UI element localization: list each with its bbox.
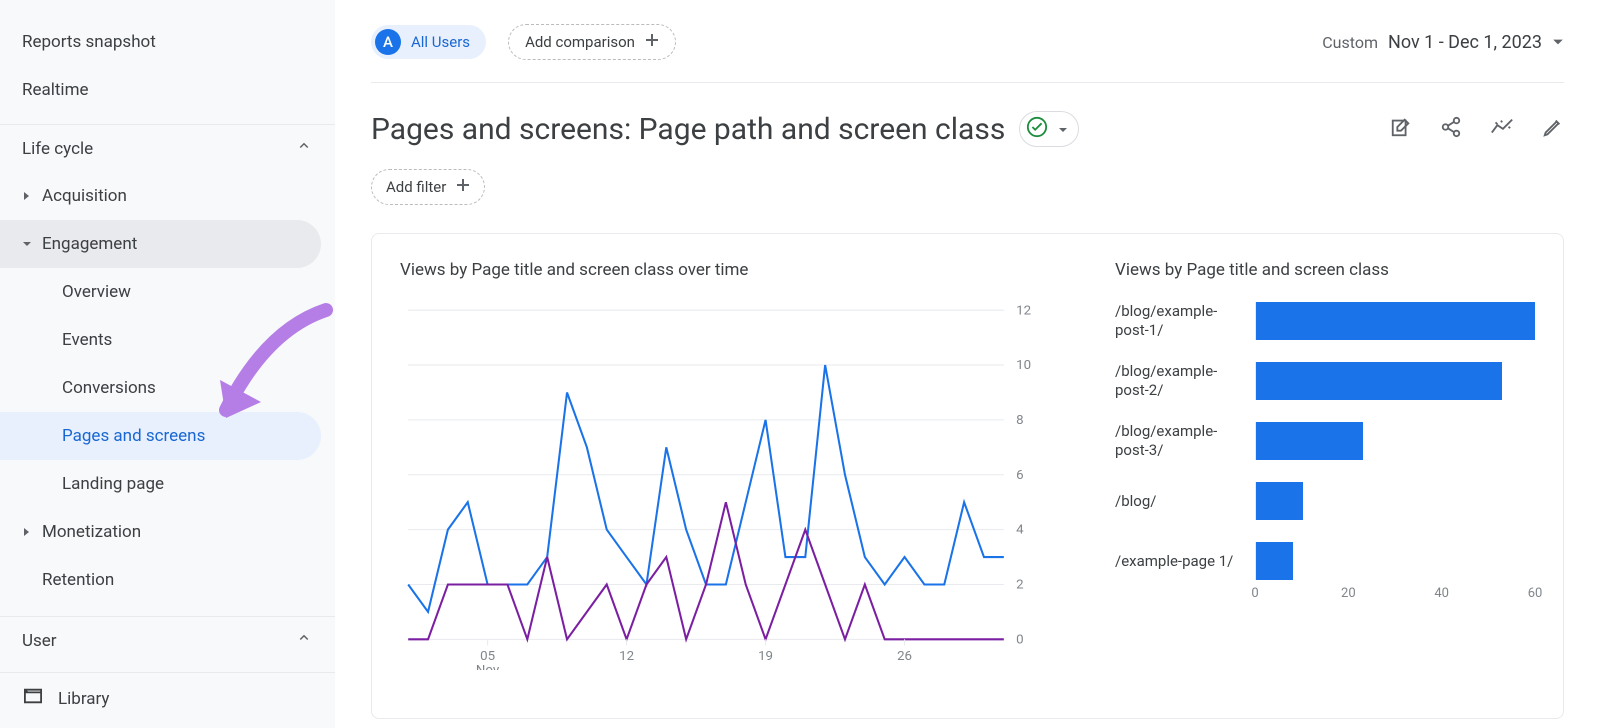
bar-row[interactable]: /blog/example-post-2/: [1115, 362, 1535, 400]
add-comparison-button[interactable]: Add comparison: [508, 24, 676, 60]
bar-list: /blog/example-post-1/ /blog/example-post…: [1115, 302, 1535, 580]
caret-right-icon: [12, 191, 42, 201]
title-row: Pages and screens: Page path and screen …: [371, 111, 1564, 147]
line-chart[interactable]: 0 2 4 6 8 10 12 05 12 19 26 Nov: [400, 302, 1055, 670]
all-users-chip[interactable]: A All Users: [371, 25, 486, 59]
section-user[interactable]: User: [0, 616, 335, 664]
line-chart-panel: Views by Page title and screen class ove…: [400, 260, 1055, 708]
svg-text:10: 10: [1016, 358, 1031, 373]
sidebar-item-realtime[interactable]: Realtime: [0, 66, 335, 114]
svg-text:2: 2: [1016, 578, 1023, 593]
svg-text:4: 4: [1016, 523, 1024, 538]
add-filter-label: Add filter: [386, 178, 446, 196]
plus-icon: [645, 33, 659, 51]
svg-text:12: 12: [619, 649, 634, 664]
sidebar-item-monetization[interactable]: Monetization: [0, 508, 321, 556]
bar-track: [1255, 422, 1535, 460]
sidebar-label: Retention: [42, 570, 114, 590]
library-icon: [22, 687, 44, 710]
sidebar-label: Conversions: [62, 378, 156, 398]
bar-track: [1255, 302, 1535, 340]
sidebar-label: Landing page: [62, 474, 164, 494]
sidebar-item-reports-snapshot[interactable]: Reports snapshot: [0, 18, 335, 66]
share-icon[interactable]: [1440, 116, 1462, 142]
status-chip[interactable]: [1019, 111, 1079, 147]
customize-icon[interactable]: [1390, 116, 1412, 142]
caret-down-icon: [1552, 33, 1564, 52]
bar-label: /blog/: [1115, 492, 1245, 511]
sidebar-item-acquisition[interactable]: Acquisition: [0, 172, 321, 220]
sidebar-item-conversions[interactable]: Conversions: [0, 364, 321, 412]
plus-icon: [456, 178, 470, 196]
comparison-bar: A All Users Add comparison Custom Nov 1 …: [371, 24, 1564, 83]
bar-track: [1255, 482, 1535, 520]
all-users-label: All Users: [411, 33, 470, 51]
sidebar-item-events[interactable]: Events: [0, 316, 321, 364]
svg-text:8: 8: [1016, 413, 1023, 428]
svg-text:05: 05: [480, 649, 495, 664]
bar-row[interactable]: /blog/: [1115, 482, 1535, 520]
sidebar-label: Overview: [62, 282, 131, 302]
chart-card: Views by Page title and screen class ove…: [371, 233, 1564, 719]
bar-track: [1255, 362, 1535, 400]
sidebar-item-landing-page[interactable]: Landing page: [0, 460, 321, 508]
bar-axis-tick: 60: [1528, 586, 1543, 601]
sidebar-item-retention[interactable]: Retention: [0, 556, 321, 604]
caret-down-icon: [1058, 120, 1068, 139]
sidebar-label: Events: [62, 330, 112, 350]
section-label: Life cycle: [22, 139, 93, 159]
bar-label: /blog/example-post-3/: [1115, 422, 1245, 460]
sidebar-item-library[interactable]: Library: [0, 672, 335, 710]
bar-axis-tick: 40: [1434, 586, 1449, 601]
line-chart-title: Views by Page title and screen class ove…: [400, 260, 1055, 280]
sidebar-label: Acquisition: [42, 186, 127, 206]
sidebar-item-overview[interactable]: Overview: [0, 268, 321, 316]
bar-track: [1255, 542, 1535, 580]
sidebar-label: Library: [58, 689, 109, 709]
bar-axis-tick: 0: [1251, 586, 1258, 601]
bar-label: /blog/example-post-1/: [1115, 302, 1245, 340]
caret-right-icon: [12, 527, 42, 537]
section-life-cycle[interactable]: Life cycle: [0, 124, 335, 172]
bar-label: /blog/example-post-2/: [1115, 362, 1245, 400]
date-label: Custom: [1322, 33, 1378, 52]
insights-icon[interactable]: [1490, 116, 1514, 142]
bar-label: /example-page 1/: [1115, 552, 1245, 571]
sidebar-label: Reports snapshot: [22, 32, 156, 52]
chevron-up-icon: [295, 629, 313, 652]
page-title: Pages and screens: Page path and screen …: [371, 112, 1005, 147]
audience-badge-icon: A: [375, 29, 401, 55]
caret-down-icon: [12, 239, 42, 249]
svg-text:19: 19: [758, 649, 773, 664]
sidebar-label: Realtime: [22, 80, 89, 100]
sidebar-label: Pages and screens: [62, 426, 205, 446]
date-range-value: Nov 1 - Dec 1, 2023: [1388, 32, 1542, 53]
bar-row[interactable]: /blog/example-post-1/: [1115, 302, 1535, 340]
bar-chart-panel: Views by Page title and screen class /bl…: [1115, 260, 1535, 708]
main-content: A All Users Add comparison Custom Nov 1 …: [335, 0, 1600, 728]
add-filter-button[interactable]: Add filter: [371, 169, 485, 205]
action-icons: [1390, 116, 1564, 142]
sidebar-label: Monetization: [42, 522, 141, 542]
chevron-up-icon: [295, 137, 313, 160]
svg-text:26: 26: [897, 649, 912, 664]
add-comparison-label: Add comparison: [525, 33, 635, 51]
section-label: User: [22, 631, 57, 651]
edit-icon[interactable]: [1542, 116, 1564, 142]
sidebar-item-engagement[interactable]: Engagement: [0, 220, 321, 268]
svg-text:Nov: Nov: [476, 663, 500, 670]
date-range-picker[interactable]: Custom Nov 1 - Dec 1, 2023: [1322, 32, 1564, 53]
bar-axis-tick: 20: [1341, 586, 1356, 601]
bar-chart-title: Views by Page title and screen class: [1115, 260, 1535, 280]
check-circle-icon: [1026, 116, 1048, 142]
svg-text:12: 12: [1016, 303, 1031, 318]
sidebar-item-pages-and-screens[interactable]: Pages and screens: [0, 412, 321, 460]
bar-row[interactable]: /example-page 1/: [1115, 542, 1535, 580]
bar-row[interactable]: /blog/example-post-3/: [1115, 422, 1535, 460]
svg-text:0: 0: [1016, 632, 1023, 647]
sidebar: Reports snapshot Realtime Life cycle Acq…: [0, 0, 335, 728]
sidebar-label: Engagement: [42, 234, 137, 254]
svg-text:6: 6: [1016, 468, 1023, 483]
bar-axis: 0204060: [1255, 586, 1535, 606]
